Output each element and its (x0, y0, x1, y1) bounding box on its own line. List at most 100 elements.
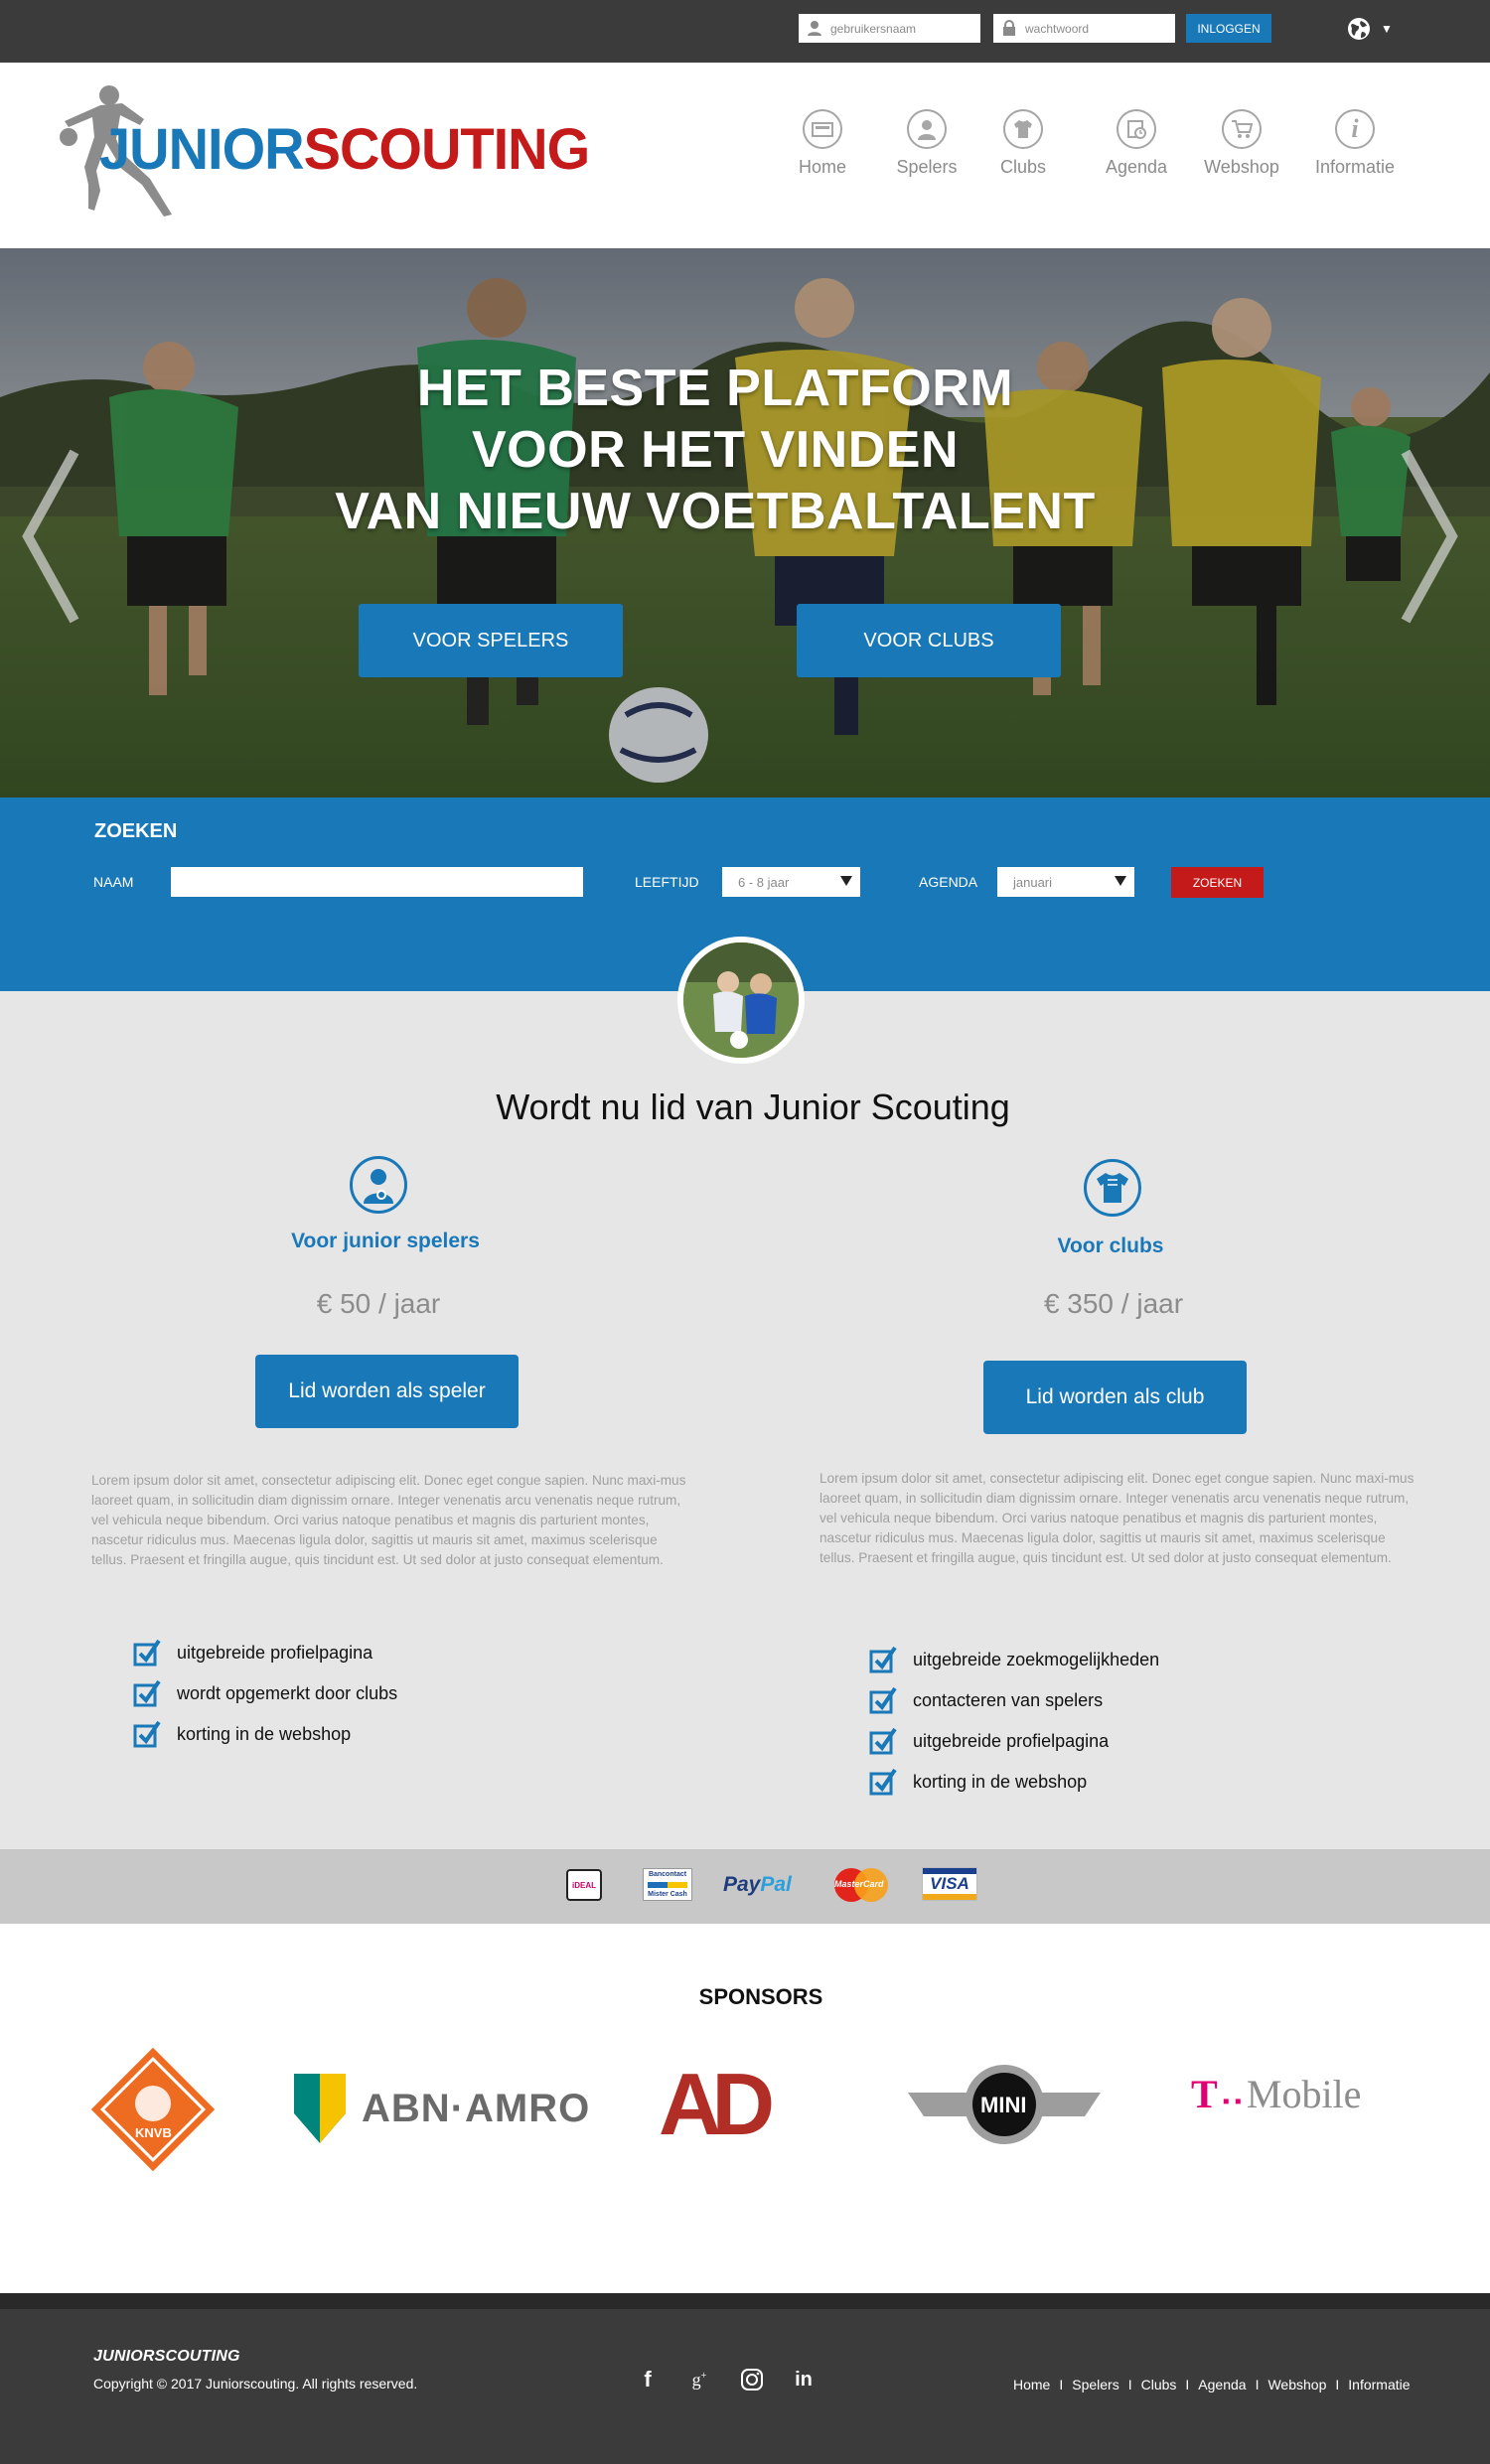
checkbox-icon (869, 1768, 897, 1796)
list-item: korting in de webshop (133, 1720, 397, 1748)
logo-text-scouting: SCOUTING (303, 115, 591, 182)
hero-title-line1: HET BESTE PLATFORM (416, 360, 1014, 417)
mini-sponsor-logo[interactable]: MINI (908, 2063, 1101, 2146)
hero-title-line3: VAN NIEUW VOETBALTALENT (335, 483, 1096, 540)
avatar (677, 937, 805, 1064)
feature-label: uitgebreide zoekmogelijkheden (913, 1649, 1160, 1669)
join-as-player-button[interactable]: Lid worden als speler (255, 1355, 519, 1428)
clubs-price: € 350 / jaar (1043, 1288, 1184, 1319)
list-item: uitgebreide profielpagina (869, 1727, 1159, 1755)
feature-label: korting in de webshop (177, 1723, 352, 1744)
ad-sponsor-logo[interactable]: AD (659, 2061, 788, 2148)
password-placeholder: wachtwoord (1025, 21, 1090, 36)
username-input[interactable]: gebruikersnaam (799, 14, 980, 43)
checkbox-icon (869, 1727, 897, 1755)
agenda-select[interactable]: januari (997, 867, 1134, 897)
ideal-logo: iDEAL (566, 1869, 602, 1901)
knvb-sponsor-logo[interactable]: KNVB (89, 2046, 217, 2173)
nav-webshop-label: Webshop (1204, 157, 1279, 177)
junior-player-icon (350, 1156, 407, 1214)
list-item: korting in de webshop (869, 1768, 1159, 1796)
t-mobile-t-text: T (1191, 2072, 1218, 2116)
search-submit-button[interactable]: ZOEKEN (1171, 867, 1264, 898)
footer-nav: Home I Spelers I Clubs I Agenda I Webshop I I… (1013, 2377, 1411, 2392)
agenda-select-value: januari (1013, 874, 1053, 890)
username-placeholder: gebruikersnaam (830, 21, 917, 36)
globe-icon[interactable] (1346, 16, 1372, 42)
sponsors-title: SPONSORS (698, 1984, 823, 2009)
bancontact-logo: Bancontact Mister Cash (643, 1868, 692, 1901)
footer-link-spelers[interactable]: Spelers (1072, 2377, 1118, 2392)
bancontact-bottom-text: Mister Cash (648, 1891, 687, 1898)
paypal-text-a: Pay (723, 1873, 761, 1896)
name-search-input[interactable] (171, 867, 583, 897)
cart-icon (1222, 109, 1262, 149)
feature-label: contacteren van spelers (913, 1689, 1104, 1710)
players-price: € 50 / jaar (316, 1288, 441, 1319)
hero-clubs-button[interactable]: VOOR CLUBS (797, 604, 1061, 677)
t-mobile-sponsor-logo[interactable]: T ▪ ▪ Mobile (1191, 2071, 1361, 2117)
checkbox-icon (869, 1646, 897, 1673)
user-icon (808, 21, 821, 36)
password-input[interactable]: wachtwoord (993, 14, 1175, 43)
nav-clubs-label: Clubs (999, 157, 1047, 177)
footer-divider (0, 2293, 1490, 2309)
mastercard-text: MasterCard (834, 1879, 884, 1889)
clubs-feature-list: uitgebreide zoekmogelijkheden contactere… (869, 1646, 1159, 1796)
checkbox-icon (133, 1720, 161, 1748)
club-shirt-icon (1084, 1159, 1141, 1217)
footer-link-informatie[interactable]: Informatie (1348, 2377, 1410, 2392)
site-logo[interactable]: JUNIORSCOUTING (55, 81, 590, 218)
kids-photo (683, 942, 799, 1058)
nav-clubs[interactable]: Clubs (993, 109, 1053, 189)
footer-link-home[interactable]: Home (1013, 2377, 1050, 2392)
age-select[interactable]: 6 - 8 jaar (722, 867, 860, 897)
instagram-icon[interactable] (738, 2366, 766, 2393)
age-caret-icon (840, 876, 852, 886)
feature-label: wordt opgemerkt door clubs (177, 1682, 398, 1703)
footer-link-agenda[interactable]: Agenda (1198, 2377, 1246, 2392)
feature-label: uitgebreide profielpagina (177, 1642, 373, 1663)
ideal-text: iDEAL (572, 1880, 596, 1890)
nav-home[interactable]: Home (792, 109, 853, 189)
agenda-caret-icon (1115, 876, 1126, 886)
paypal-text-b: Pal (760, 1873, 792, 1896)
language-caret-icon[interactable]: ▼ (1381, 22, 1393, 36)
checkbox-icon (133, 1639, 161, 1667)
nav-informatie[interactable]: i Informatie (1313, 109, 1397, 189)
linkedin-icon[interactable]: in (790, 2366, 818, 2393)
knvb-text: KNVB (135, 2125, 172, 2140)
membership-title: Wordt nu lid van Junior Scouting (496, 1087, 1010, 1127)
age-label: LEEFTIJD (635, 874, 699, 890)
footer-brand: JUNIORSCOUTING (93, 2348, 240, 2365)
join-as-club-button[interactable]: Lid worden als club (983, 1361, 1247, 1434)
info-icon: i (1335, 109, 1375, 149)
clubs-description: Lorem ipsum dolor sit amet, consectetur … (820, 1471, 1415, 1565)
agenda-label: AGENDA (919, 874, 978, 890)
mini-text: MINI (980, 2093, 1027, 2117)
list-item: wordt opgemerkt door clubs (133, 1679, 397, 1707)
bancontact-top-text: Bancontact (648, 1871, 687, 1878)
footer-link-webshop[interactable]: Webshop (1267, 2377, 1326, 2392)
hero-players-button[interactable]: VOOR SPELERS (359, 604, 623, 677)
nav-home-label: Home (798, 157, 846, 177)
nav-spelers[interactable]: Spelers (892, 109, 962, 189)
feature-label: korting in de webshop (913, 1771, 1088, 1792)
hero-title-line2: VOOR HET VINDEN (472, 421, 959, 479)
list-item: contacteren van spelers (869, 1686, 1159, 1714)
nav-agenda[interactable]: Agenda (1101, 109, 1172, 189)
visa-text: VISA (930, 1874, 969, 1893)
name-label: NAAM (93, 874, 134, 890)
facebook-icon[interactable]: f (634, 2366, 662, 2393)
paypal-logo: PayPal (723, 1873, 792, 1897)
nav-webshop[interactable]: Webshop (1201, 109, 1282, 189)
list-item: uitgebreide zoekmogelijkheden (869, 1646, 1159, 1673)
abn-amro-shield-icon (294, 2074, 346, 2143)
abn-amro-sponsor-logo[interactable]: ABN·AMRO (294, 2074, 590, 2143)
t-mobile-text: Mobile (1246, 2072, 1362, 2116)
nav-agenda-label: Agenda (1105, 157, 1168, 177)
lock-icon (1003, 20, 1015, 36)
footer-link-clubs[interactable]: Clubs (1141, 2377, 1177, 2392)
google-plus-icon[interactable]: g+ (685, 2366, 713, 2393)
login-button[interactable]: INLOGGEN (1186, 14, 1271, 43)
